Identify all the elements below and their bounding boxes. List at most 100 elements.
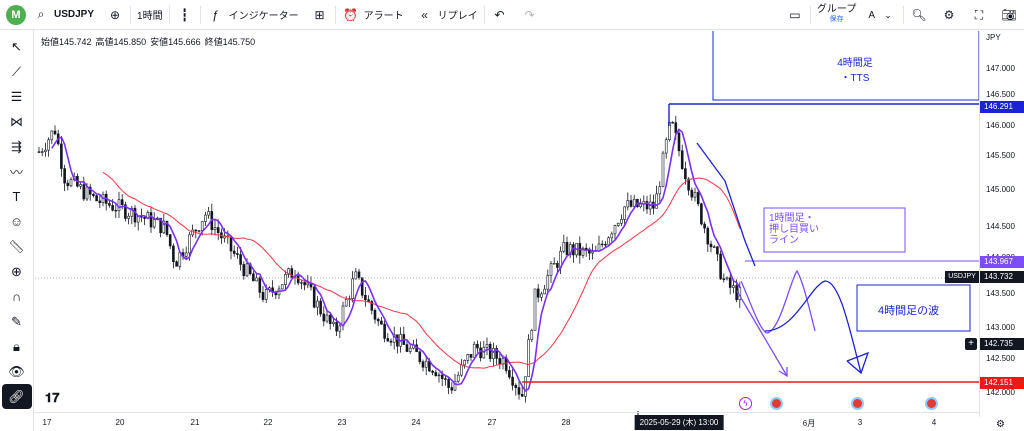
compare-button[interactable]: ⊕ bbox=[100, 0, 130, 30]
candle-body bbox=[469, 354, 473, 358]
candle-body bbox=[360, 277, 364, 296]
trendline-tool[interactable]: ⟋ bbox=[2, 59, 32, 84]
group-letter: A bbox=[868, 9, 875, 21]
candle-body bbox=[546, 275, 550, 290]
stay-drawing-tool[interactable]: ✎ bbox=[2, 309, 32, 334]
candle-body bbox=[456, 374, 460, 382]
time-axis[interactable]: 17 20 21 22 23 24 27 28 6月 3 4 2025-05-29 (木) 13:0… bbox=[35, 412, 979, 431]
quick-search-button[interactable]: 🔍︎ bbox=[904, 0, 934, 30]
chevron-down-icon: ⌄ bbox=[884, 9, 892, 20]
candle-body bbox=[133, 207, 137, 223]
interval-button[interactable]: 1時間 bbox=[131, 0, 169, 30]
forecast-tool[interactable]: ⇶ bbox=[2, 134, 32, 159]
time-tick: 17 bbox=[42, 418, 52, 427]
candle-body bbox=[188, 234, 191, 254]
settings-button[interactable]: ⚙ bbox=[934, 0, 964, 30]
price-tick: 144.500 bbox=[986, 222, 1015, 231]
candle-body bbox=[597, 243, 601, 252]
candle-body bbox=[261, 292, 265, 300]
link-icon: 🔗︎ bbox=[8, 388, 25, 404]
chart-pane[interactable]: 始値145.742 高値145.850 安値145.666 終値145.750 … bbox=[35, 31, 979, 417]
candle-body bbox=[168, 234, 172, 247]
time-tick: 4 bbox=[931, 418, 937, 427]
cursor-tool[interactable]: ↖ bbox=[2, 34, 32, 59]
us-flag-event-icon[interactable] bbox=[925, 397, 938, 410]
candle-body bbox=[389, 340, 393, 343]
fullscreen-button[interactable]: ⛶ bbox=[964, 0, 994, 30]
candle-body bbox=[549, 263, 553, 276]
candle-body bbox=[693, 192, 697, 198]
hide-tool[interactable]: 👁︎ bbox=[2, 359, 32, 384]
lock-tool[interactable]: 🔒︎ bbox=[2, 334, 32, 359]
candle-body bbox=[319, 300, 322, 315]
candle-body bbox=[677, 132, 681, 152]
chart-type-button[interactable]: ┇ bbox=[170, 0, 200, 30]
candle-body bbox=[540, 293, 543, 298]
candle-body bbox=[341, 305, 345, 327]
fib-tool[interactable]: ☰ bbox=[2, 84, 32, 109]
time-tick: 22 bbox=[263, 418, 273, 427]
snapshot-button[interactable]: 📷︎ bbox=[994, 0, 1024, 30]
candle-body bbox=[312, 286, 316, 308]
tts-annotation[interactable]: 4時間足 ・TTS bbox=[825, 54, 885, 84]
link-tool[interactable]: 🔗︎ bbox=[1, 384, 32, 409]
candle-body bbox=[175, 261, 178, 267]
candle-body bbox=[63, 168, 66, 184]
candle-body bbox=[373, 310, 377, 320]
interval-label: 1時間 bbox=[137, 11, 163, 22]
ohlc-high: 高値145.850 bbox=[95, 37, 147, 47]
time-tick: 6月 bbox=[802, 419, 816, 428]
text-tool[interactable]: T bbox=[2, 184, 32, 209]
candle-body bbox=[604, 244, 607, 246]
brush-icon: 〰 bbox=[9, 165, 23, 180]
group-letter-button[interactable]: A ⌄ bbox=[862, 0, 903, 30]
redo-button[interactable]: ↷ bbox=[515, 0, 545, 30]
tts-line1: 4時間足 bbox=[837, 58, 873, 69]
us-flag-event-icon[interactable] bbox=[770, 397, 783, 410]
templates-button[interactable]: ⊞ bbox=[305, 0, 335, 30]
ruler-icon: 📏︎ bbox=[8, 238, 25, 254]
price-tick: 142.500 bbox=[986, 354, 1015, 363]
candle-body bbox=[626, 200, 630, 208]
lightning-event-icon[interactable]: ϟ bbox=[739, 397, 752, 410]
candle-body bbox=[92, 193, 95, 196]
user-avatar[interactable]: M bbox=[6, 4, 26, 25]
group-button[interactable]: グループ 保存 bbox=[811, 0, 862, 30]
candle-body bbox=[674, 122, 678, 134]
crosshair-add-button[interactable]: + bbox=[965, 338, 977, 350]
emoji-tool[interactable]: ☺ bbox=[2, 209, 32, 234]
candle-body bbox=[95, 195, 98, 202]
price-chart[interactable] bbox=[35, 31, 979, 417]
pattern-icon: ⋈ bbox=[10, 113, 23, 129]
pattern-tool[interactable]: ⋈ bbox=[2, 109, 32, 134]
layout-button[interactable]: ▭ bbox=[780, 0, 810, 30]
zoom-tool[interactable]: ⊕ bbox=[2, 259, 32, 284]
candle-body bbox=[661, 152, 665, 187]
price-axis[interactable]: JPY 147.000 146.500 146.000 145.500 145.000 1… bbox=[979, 31, 1024, 430]
wave-annotation[interactable]: 4時間足の波 bbox=[878, 302, 939, 318]
candle-body bbox=[245, 263, 249, 277]
candle-body bbox=[508, 370, 511, 378]
price-tick: 145.000 bbox=[986, 185, 1015, 194]
emoji-icon: ☺ bbox=[9, 214, 24, 229]
magnet-tool[interactable]: ∩ bbox=[2, 284, 32, 309]
candle-body bbox=[607, 237, 610, 246]
candle-body bbox=[47, 139, 50, 151]
wave-label: 4時間足の波 bbox=[878, 305, 940, 317]
measure-tool[interactable]: 📏︎ bbox=[2, 234, 32, 259]
candle-body bbox=[655, 193, 658, 209]
undo-button[interactable]: ↶ bbox=[485, 0, 515, 30]
redo-icon: ↷ bbox=[524, 7, 535, 22]
replay-button[interactable]: « リプレイ bbox=[410, 0, 484, 30]
us-flag-event-icon[interactable] bbox=[851, 397, 864, 410]
ohlc-close: 終値145.750 bbox=[204, 37, 256, 47]
brush-tool[interactable]: 〰 bbox=[2, 159, 32, 184]
symbol-search[interactable]: ⌕ USDJPY bbox=[26, 0, 100, 30]
alert-button[interactable]: ⏰ アラート bbox=[336, 0, 410, 30]
indicators-button[interactable]: ƒ インジケーター bbox=[201, 0, 305, 30]
candle-body bbox=[712, 246, 716, 248]
settings-gear-icon[interactable]: ⚙ bbox=[996, 419, 1005, 430]
h1-annotation[interactable]: 1時間足・ 押し目買い ライン bbox=[769, 213, 819, 246]
candle-body bbox=[613, 225, 617, 235]
candle-body bbox=[552, 263, 556, 265]
